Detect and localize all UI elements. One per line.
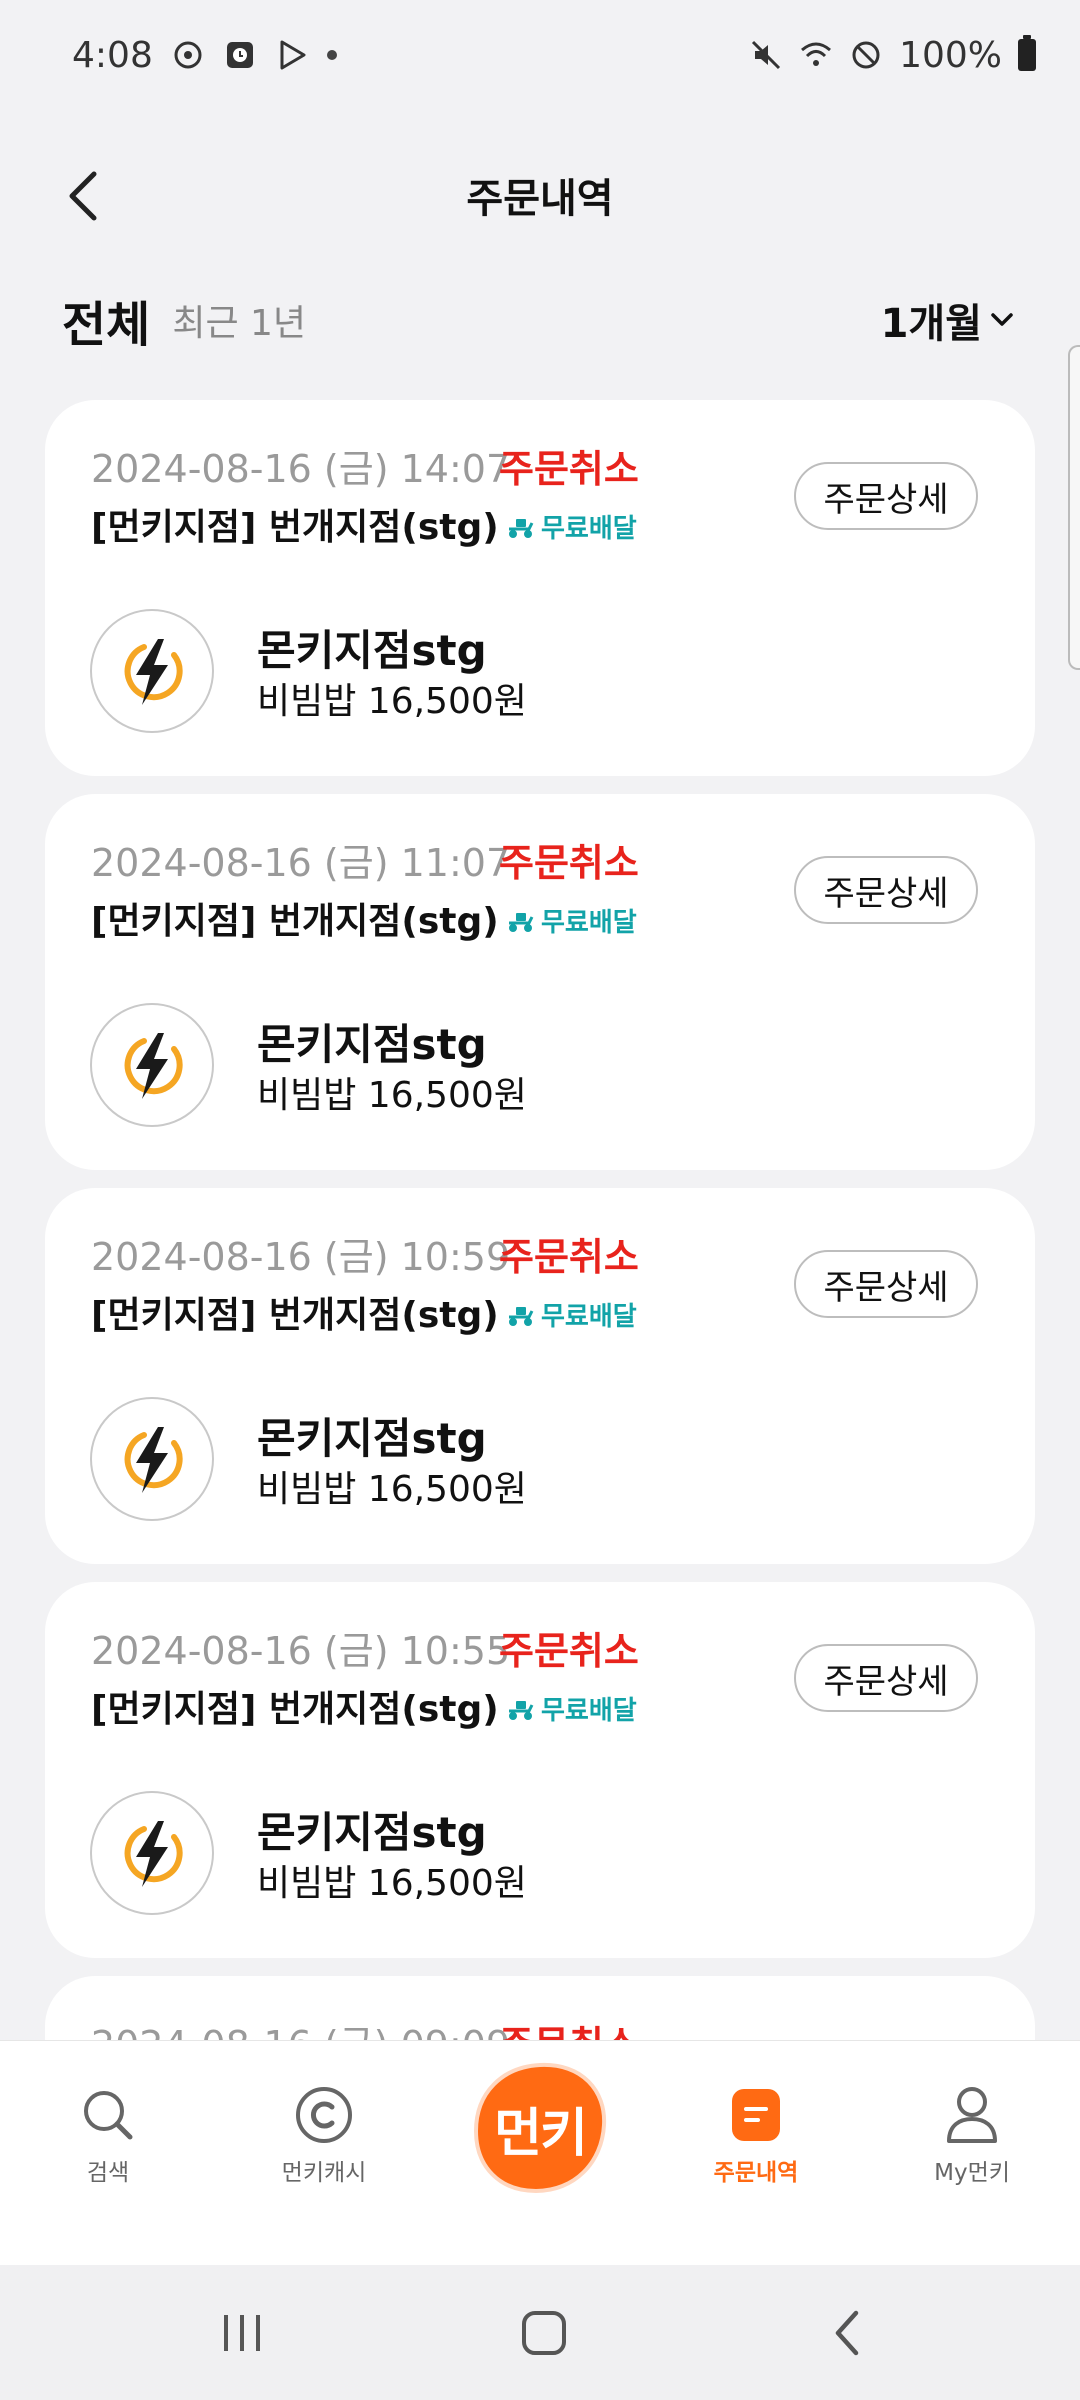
order-detail-button[interactable]: 주문상세 [794,1250,978,1318]
nav-orders-label: 주문내역 [713,2160,799,2186]
scooter-icon [509,1306,534,1326]
delivery-label: 무료배달 [541,1302,637,1332]
nav-my-label: My먼키 [934,2160,1010,2186]
person-icon [940,2083,1004,2147]
menu-price: 비빔밥 16,500원 [257,1075,527,1116]
filter-range-label: 최근 1년 [172,303,307,344]
order-date: 2024-08-16 (금) 14:07 [91,447,511,491]
home-button[interactable] [514,2305,574,2361]
shop-name: 몬키지점stg [257,1414,487,1463]
order-status: 주문취소 [499,2014,639,2040]
shop-logo [90,1397,214,1521]
chevron-down-icon [991,313,1013,326]
period-dropdown[interactable]: 1개월 [881,291,1014,349]
orders-icon [724,2083,788,2147]
store-name: [먼키지점] 번개지점(stg) [91,1689,499,1730]
do-not-disturb-icon [849,38,883,72]
lightning-logo-icon [124,1033,183,1099]
menu-price: 비빔밥 16,500원 [257,681,527,722]
filter-all-label: 전체 [62,297,151,353]
nav-cash-label: 먼키캐시 [281,2160,367,2186]
battery-icon [1018,35,1036,71]
system-back-icon [835,2310,859,2356]
notification-dot-icon [326,50,337,60]
order-card[interactable]: 2024-08-16 (금) 14:07 주문취소 [먼키지점] 번개지점(st… [45,400,1035,776]
scroll-handle[interactable] [1068,345,1080,670]
period-label: 1개월 [880,301,982,347]
store-name: [먼키지점] 번개지점(stg) [91,901,499,942]
shop-logo [90,1791,214,1915]
shop-logo [90,609,214,733]
recent-apps-icon [224,2315,260,2351]
home-icon [522,2311,566,2355]
order-card[interactable]: 2024-08-16 (금) 11:07 주문취소 [먼키지점] 번개지점(st… [45,794,1035,1170]
free-delivery-badge: 무료배달 [507,508,637,545]
shop-logo [90,1003,214,1127]
order-detail-button[interactable]: 주문상세 [794,462,978,530]
lightning-logo-icon [124,639,183,705]
store-name: [먼키지점] 번개지점(stg) [91,507,499,548]
order-detail-button[interactable]: 주문상세 [794,1644,978,1712]
filter-row: 전체 최근 1년 1개월 [62,280,1014,360]
center-home-button[interactable]: 먼키 [470,2061,610,2195]
nav-search[interactable]: 검색 [0,2083,216,2187]
delivery-label: 무료배달 [541,908,637,938]
order-detail-button[interactable]: 주문상세 [794,856,978,924]
lightning-logo-icon [124,1427,183,1493]
nav-my[interactable]: My먼키 [864,2083,1080,2187]
menu-price: 비빔밥 16,500원 [257,1469,527,1510]
free-delivery-badge: 무료배달 [507,902,637,939]
order-date: 2024-08-16 (금) 11:07 [91,841,511,885]
order-list: 2024-08-16 (금) 14:07 주문취소 [먼키지점] 번개지점(st… [45,400,1035,2040]
coin-icon [292,2083,356,2147]
nav-orders[interactable]: 주문내역 [648,2083,864,2187]
order-status: 주문취소 [499,447,639,491]
delivery-label: 무료배달 [541,514,637,544]
order-status: 주문취소 [499,1629,639,1673]
order-card[interactable]: 2024-08-16 (금) 10:59 주문취소 [먼키지점] 번개지점(st… [45,1188,1035,1564]
lightning-logo-icon [124,1821,183,1887]
shop-name: 몬키지점stg [257,1020,487,1069]
app-header: 주문내역 [0,150,1080,240]
wifi-icon [799,38,833,72]
menu-price: 비빔밥 16,500원 [257,1863,527,1904]
battery-percent: 100% [899,34,1002,76]
scooter-icon [509,518,534,538]
search-icon [76,2083,140,2147]
shop-name: 몬키지점stg [257,626,487,675]
bottom-nav: 검색 먼키캐시 먼키 주문내역 My먼키 [0,2040,1080,2265]
back-arrow-icon [69,171,97,221]
order-date: 2024-08-16 (금) 09:09 [91,2014,510,2040]
free-delivery-badge: 무료배달 [507,1296,637,1333]
recent-apps-button[interactable] [212,2305,272,2361]
free-delivery-badge: 무료배달 [507,1690,637,1727]
back-button[interactable] [58,168,108,224]
play-store-icon [275,38,309,72]
order-card[interactable]: 2024-08-16 (금) 09:09 주문취소 [45,1976,1035,2040]
page-title: 주문내역 [466,176,614,222]
status-bar: 4:08 100% [0,0,1080,110]
order-date: 2024-08-16 (금) 10:59 [91,1235,511,1279]
system-back-button[interactable] [818,2305,878,2361]
sync-icon [171,38,205,72]
status-time: 4:08 [72,34,153,76]
order-status: 주문취소 [499,1235,639,1279]
order-date: 2024-08-16 (금) 10:55 [91,1629,511,1673]
order-card[interactable]: 2024-08-16 (금) 10:55 주문취소 [먼키지점] 번개지점(st… [45,1582,1035,1958]
store-name: [먼키지점] 번개지점(stg) [91,1295,499,1336]
shop-name: 몬키지점stg [257,1808,487,1857]
nav-cash[interactable]: 먼키캐시 [216,2083,432,2187]
clock-app-icon [223,38,257,72]
center-button-label: 먼키 [494,2103,588,2164]
scooter-icon [509,1700,534,1720]
mute-icon [749,38,783,72]
nav-search-label: 검색 [86,2160,130,2186]
scooter-icon [509,912,534,932]
delivery-label: 무료배달 [541,1696,637,1726]
order-status: 주문취소 [499,841,639,885]
system-nav-bar [0,2265,1080,2400]
